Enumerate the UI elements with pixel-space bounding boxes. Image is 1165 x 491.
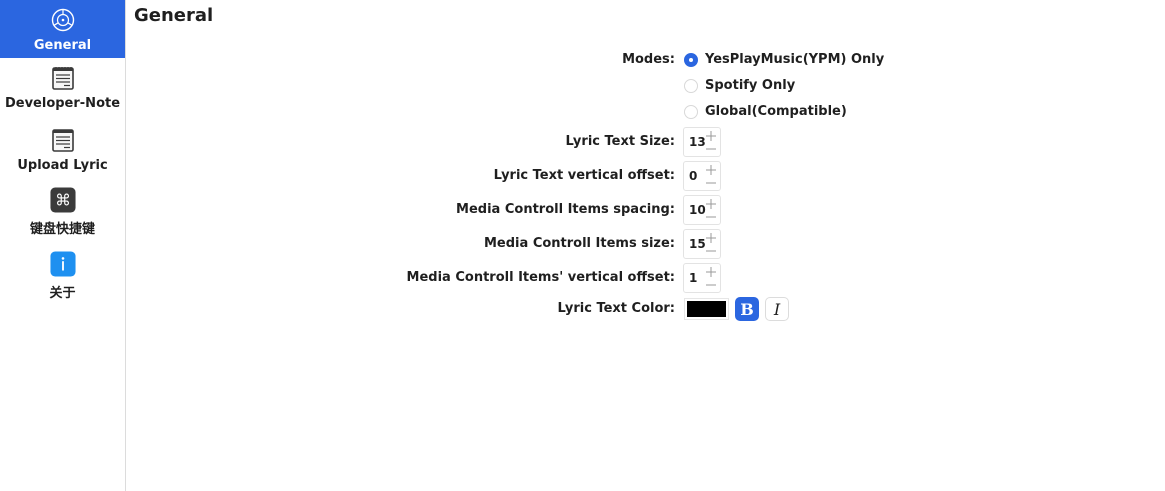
bold-toggle-button[interactable]: B (735, 297, 759, 321)
media-items-size-stepper[interactable]: 15 (683, 229, 721, 259)
sidebar-item-label: General (33, 38, 92, 53)
sidebar-item-upload-lyric[interactable]: Upload Lyric (0, 120, 125, 178)
notepad-icon (50, 65, 76, 91)
plus-icon[interactable] (705, 130, 717, 142)
sidebar-item-label: 关于 (49, 286, 76, 301)
svg-text:⌘: ⌘ (55, 191, 71, 210)
mode-radio-spotify[interactable] (684, 79, 698, 93)
media-items-spacing-label: Media Controll Items spacing: (456, 202, 675, 217)
sidebar: General Developer-Note Upload Lyric ⌘ 键盘… (0, 0, 126, 491)
command-key-icon: ⌘ (49, 187, 76, 213)
media-items-size-label: Media Controll Items size: (484, 236, 675, 251)
lyric-text-size-label: Lyric Text Size: (565, 134, 675, 149)
minus-icon[interactable] (705, 279, 717, 291)
notepad-icon (50, 127, 76, 153)
plus-icon[interactable] (705, 164, 717, 176)
sidebar-item-label: Upload Lyric (17, 158, 108, 173)
italic-icon: I (773, 299, 781, 319)
stepper-value[interactable]: 0 (689, 169, 697, 183)
lyric-text-color-swatch[interactable] (684, 298, 729, 320)
info-icon (49, 251, 76, 277)
modes-label: Modes: (622, 52, 675, 67)
plus-icon[interactable] (705, 232, 717, 244)
mode-option-ypm-label[interactable]: YesPlayMusic(YPM) Only (705, 52, 884, 67)
page-title: General (134, 5, 214, 26)
plus-icon[interactable] (705, 266, 717, 278)
plus-icon[interactable] (705, 198, 717, 210)
stepper-value[interactable]: 13 (689, 135, 706, 149)
mode-option-global-label[interactable]: Global(Compatible) (705, 104, 847, 119)
bold-icon: B (740, 299, 754, 319)
mode-radio-ypm[interactable] (684, 53, 698, 67)
media-items-vertical-offset-stepper[interactable]: 1 (683, 263, 721, 293)
sidebar-item-about[interactable]: 关于 (0, 248, 125, 306)
sidebar-item-label: Developer-Note (4, 96, 121, 111)
italic-toggle-button[interactable]: I (765, 297, 789, 321)
gear-icon (50, 7, 76, 33)
mode-option-spotify-label[interactable]: Spotify Only (705, 78, 795, 93)
minus-icon[interactable] (705, 177, 717, 189)
lyric-text-vertical-offset-stepper[interactable]: 0 (683, 161, 721, 191)
minus-icon[interactable] (705, 211, 717, 223)
stepper-value[interactable]: 10 (689, 203, 706, 217)
stepper-value[interactable]: 15 (689, 237, 706, 251)
lyric-text-vertical-offset-label: Lyric Text vertical offset: (493, 168, 675, 183)
stepper-value[interactable]: 1 (689, 271, 697, 285)
sidebar-item-label: 键盘快捷键 (29, 222, 95, 237)
sidebar-item-keyboard-shortcuts[interactable]: ⌘ 键盘快捷键 (0, 184, 125, 242)
media-items-vertical-offset-label: Media Controll Items' vertical offset: (406, 270, 675, 285)
sidebar-item-general[interactable]: General (0, 0, 125, 58)
sidebar-item-developer-note[interactable]: Developer-Note (0, 58, 125, 116)
mode-radio-global[interactable] (684, 105, 698, 119)
lyric-text-size-stepper[interactable]: 13 (683, 127, 721, 157)
minus-icon[interactable] (705, 245, 717, 257)
lyric-text-color-label: Lyric Text Color: (557, 301, 675, 316)
minus-icon[interactable] (705, 143, 717, 155)
media-items-spacing-stepper[interactable]: 10 (683, 195, 721, 225)
